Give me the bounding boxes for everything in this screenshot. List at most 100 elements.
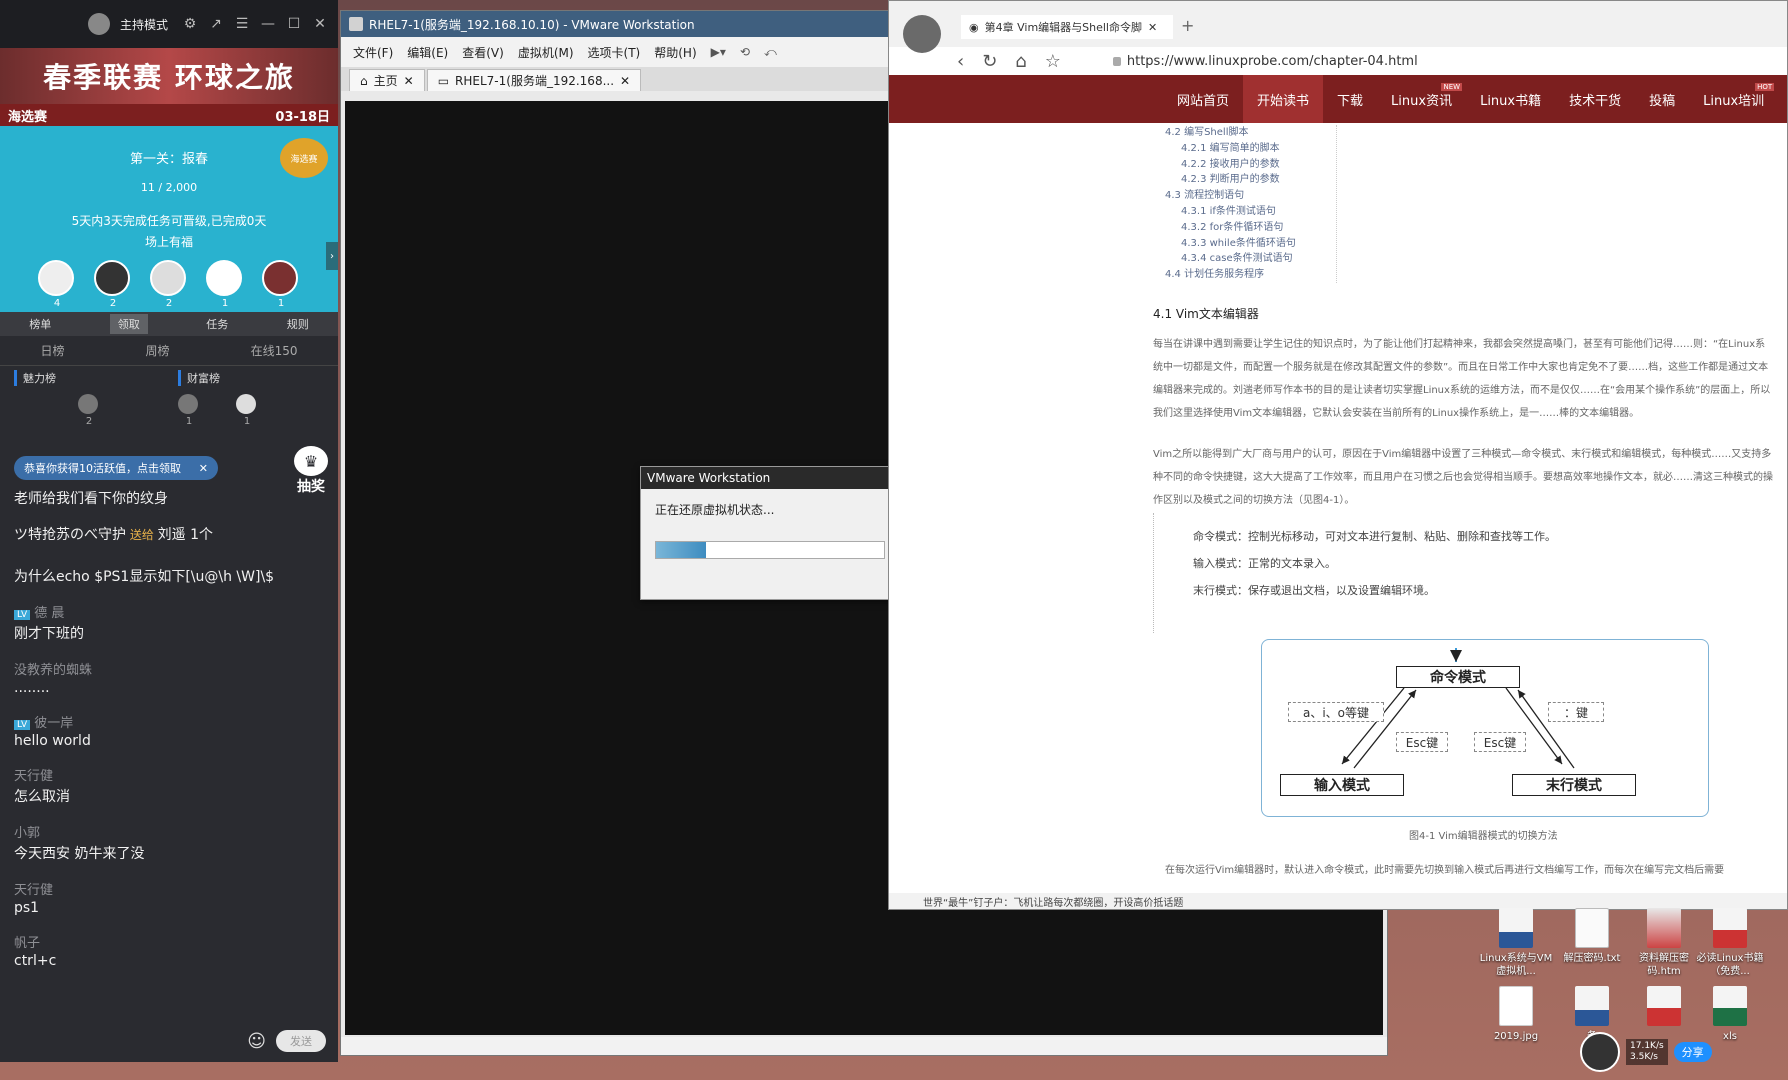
event-banner: 春季联赛 环球之旅 [0, 48, 338, 104]
address-bar[interactable]: https://www.linuxprobe.com/chapter-04.ht… [1112, 54, 1418, 69]
play-icon[interactable]: ▶▾ [711, 45, 726, 59]
home-icon[interactable]: ⌂ [1015, 51, 1026, 72]
toc-item[interactable]: 4.3.4 case条件测试语句 [1165, 251, 1336, 267]
desktop-icon[interactable]: 必读Linux书籍（免费... [1690, 908, 1770, 978]
maximize-icon[interactable]: ☐ [286, 16, 302, 32]
chat-message: 老师给我们看下你的纹身 [14, 491, 168, 507]
figure-caption: 图4-1 Vim编辑器模式的切换方法 [1409, 831, 1558, 842]
browser-navbar: ‹ ↻ ⌂ ☆ https://www.linuxprobe.com/chapt… [889, 47, 1787, 75]
menu-vm[interactable]: 虚拟机(M) [518, 44, 574, 61]
lottery-button[interactable]: ♛ 抽奖 [290, 446, 332, 498]
tab-vm[interactable]: ▭ RHEL7-1(服务端_192.168... ✕ [426, 69, 642, 91]
nav-books[interactable]: Linux书籍 [1466, 75, 1555, 123]
event-date: 03-18日 [275, 109, 330, 125]
host-avatar[interactable] [87, 13, 110, 35]
toc-item[interactable]: 4.3.3 while条件循环语句 [1165, 236, 1336, 252]
nav-training[interactable]: Linux培训 HOT [1689, 75, 1778, 123]
menu-icon[interactable]: ☰ [234, 16, 250, 32]
emoji-icon[interactable]: ☺ [247, 1031, 266, 1052]
minimize-icon[interactable]: — [260, 16, 276, 32]
lucky-user[interactable]: 4 [38, 260, 76, 309]
close-icon[interactable]: ✕ [404, 74, 414, 88]
rank-user[interactable]: 1 [236, 394, 258, 427]
close-icon[interactable]: ✕ [1148, 21, 1157, 34]
snapshot-icon[interactable]: ⟲ [740, 45, 750, 59]
menu-edit[interactable]: 编辑(E) [407, 44, 448, 61]
key-label: ：键 [1548, 702, 1604, 722]
popout-icon[interactable]: ↗ [208, 16, 224, 32]
menu-help[interactable]: 帮助(H) [654, 44, 696, 61]
close-icon[interactable]: ✕ [199, 462, 208, 475]
tab-daily[interactable]: 日榜 [41, 342, 65, 359]
menu-tabs[interactable]: 选项卡(T) [588, 44, 641, 61]
back-icon[interactable]: ‹ [957, 51, 964, 72]
tab-weekly[interactable]: 周榜 [146, 342, 170, 359]
dialog-message: 正在还原虚拟机状态... [655, 503, 775, 517]
webcam-preview[interactable] [1580, 1032, 1620, 1072]
chat-list: 老师给我们看下你的纹身 ツ特抢苏のべ守护 送给 刘遥 1个 为什么echo $P… [0, 446, 338, 1016]
reload-icon[interactable]: ↻ [982, 51, 997, 72]
close-icon[interactable]: ✕ [312, 16, 328, 32]
desktop-icon[interactable]: 2019.jpg [1476, 986, 1556, 1043]
tab-rules[interactable]: 规则 [287, 316, 309, 332]
nav-submit[interactable]: 投稿 [1635, 75, 1689, 123]
toc-item[interactable]: 4.2.1 编写简单的脚本 [1165, 141, 1336, 157]
toc-item[interactable]: 4.3 流程控制语句 [1165, 188, 1336, 204]
paragraph: Vim之所以能得到广大厂商与用户的认可，原因在于Vim编辑器中设置了三种模式—命… [1153, 449, 1773, 506]
mode-item: 命令模式：控制光标移动，可对文本进行复制、粘贴、删除和查找等工作。 [1193, 530, 1556, 543]
site-nav: 网站首页 开始读书 下载 Linux资讯 NEW Linux书籍 技术干货 投稿 … [889, 75, 1787, 123]
image-file-icon [1499, 986, 1533, 1026]
network-speed: 17.1K/s 3.5K/s [1626, 1039, 1668, 1065]
close-icon[interactable]: ✕ [620, 74, 630, 88]
desktop-icon[interactable]: 解压密码.txt [1552, 908, 1632, 965]
new-tab-icon[interactable]: + [1181, 16, 1194, 35]
rank-user[interactable]: 1 [178, 394, 200, 427]
chevron-right-icon[interactable]: › [326, 242, 338, 270]
tab-rank[interactable]: 榜单 [29, 316, 51, 332]
settings-icon[interactable]: ⚙ [182, 16, 198, 32]
toc-item[interactable]: 4.4 计划任务服务程序 [1165, 267, 1336, 283]
tab-claim[interactable]: 领取 [109, 314, 148, 334]
mode-list-border [1153, 513, 1155, 633]
pdf-file-icon [1713, 908, 1747, 948]
toc-item[interactable]: 4.2 编写Shell脚本 [1165, 125, 1336, 141]
rank-user[interactable]: 2 [78, 394, 100, 427]
browser-tab[interactable]: ◉ 第4章 Vim编辑器与Shell命令脚 ✕ [961, 15, 1173, 39]
stream-tray: 17.1K/s 3.5K/s 分享 [1580, 1030, 1780, 1074]
send-button[interactable]: 发送 [276, 1030, 326, 1052]
toc-item[interactable]: 4.2.3 判断用户的参数 [1165, 172, 1336, 188]
nav-tech[interactable]: 技术干货 [1555, 75, 1635, 123]
lucky-user[interactable]: 1 [262, 260, 300, 309]
nav-news[interactable]: Linux资讯 NEW [1377, 75, 1466, 123]
toc-item[interactable]: 4.3.1 if条件测试语句 [1165, 204, 1336, 220]
share-button[interactable]: 分享 [1673, 1042, 1712, 1062]
dialog-title: VMware Workstation [641, 467, 897, 489]
toc-item[interactable]: 4.2.2 接收用户的参数 [1165, 157, 1336, 173]
avatar [78, 394, 98, 414]
nav-start-reading[interactable]: 开始读书 [1243, 75, 1324, 123]
lucky-user[interactable]: 2 [150, 260, 188, 309]
level-badge: LV [14, 610, 31, 620]
nav-download[interactable]: 下载 [1323, 75, 1377, 123]
nav-home[interactable]: 网站首页 [1163, 75, 1243, 123]
tab-task[interactable]: 任务 [206, 316, 228, 332]
mode-item: 输入模式：正常的文本录入。 [1193, 557, 1336, 570]
lastline-mode-box: 末行模式 [1512, 774, 1636, 796]
menu-file[interactable]: 文件(F) [353, 44, 393, 61]
menu-view[interactable]: 查看(V) [462, 44, 504, 61]
chat-message: LV 彼一岸 hello world [14, 716, 91, 749]
rank-tabs: 日榜 周榜 在线150 [0, 336, 338, 366]
toc-item[interactable]: 4.3.2 for条件循环语句 [1165, 220, 1336, 236]
vim-mode-diagram: 命令模式 输入模式 末行模式 a、i、o等键 Esc键 Esc键 ：键 [1261, 639, 1709, 817]
tab-home[interactable]: ⌂ 主页 ✕ [349, 69, 425, 91]
profile-avatar[interactable] [903, 15, 941, 53]
reward-notice[interactable]: 恭喜你获得10活跃值，点击领取 ✕ [14, 456, 218, 480]
desktop-icon[interactable]: Linux系统与VM虚拟机... [1476, 908, 1556, 978]
star-icon[interactable]: ☆ [1045, 51, 1061, 72]
vmware-title: RHEL7-1(服务端_192.168.10.10) - VMware Work… [369, 17, 695, 32]
lucky-user[interactable]: 1 [206, 260, 244, 309]
tab-online[interactable]: 在线150 [251, 342, 298, 359]
lucky-user[interactable]: 2 [94, 260, 132, 309]
avatar [150, 260, 186, 296]
revert-icon[interactable]: ⤺ [764, 45, 777, 60]
